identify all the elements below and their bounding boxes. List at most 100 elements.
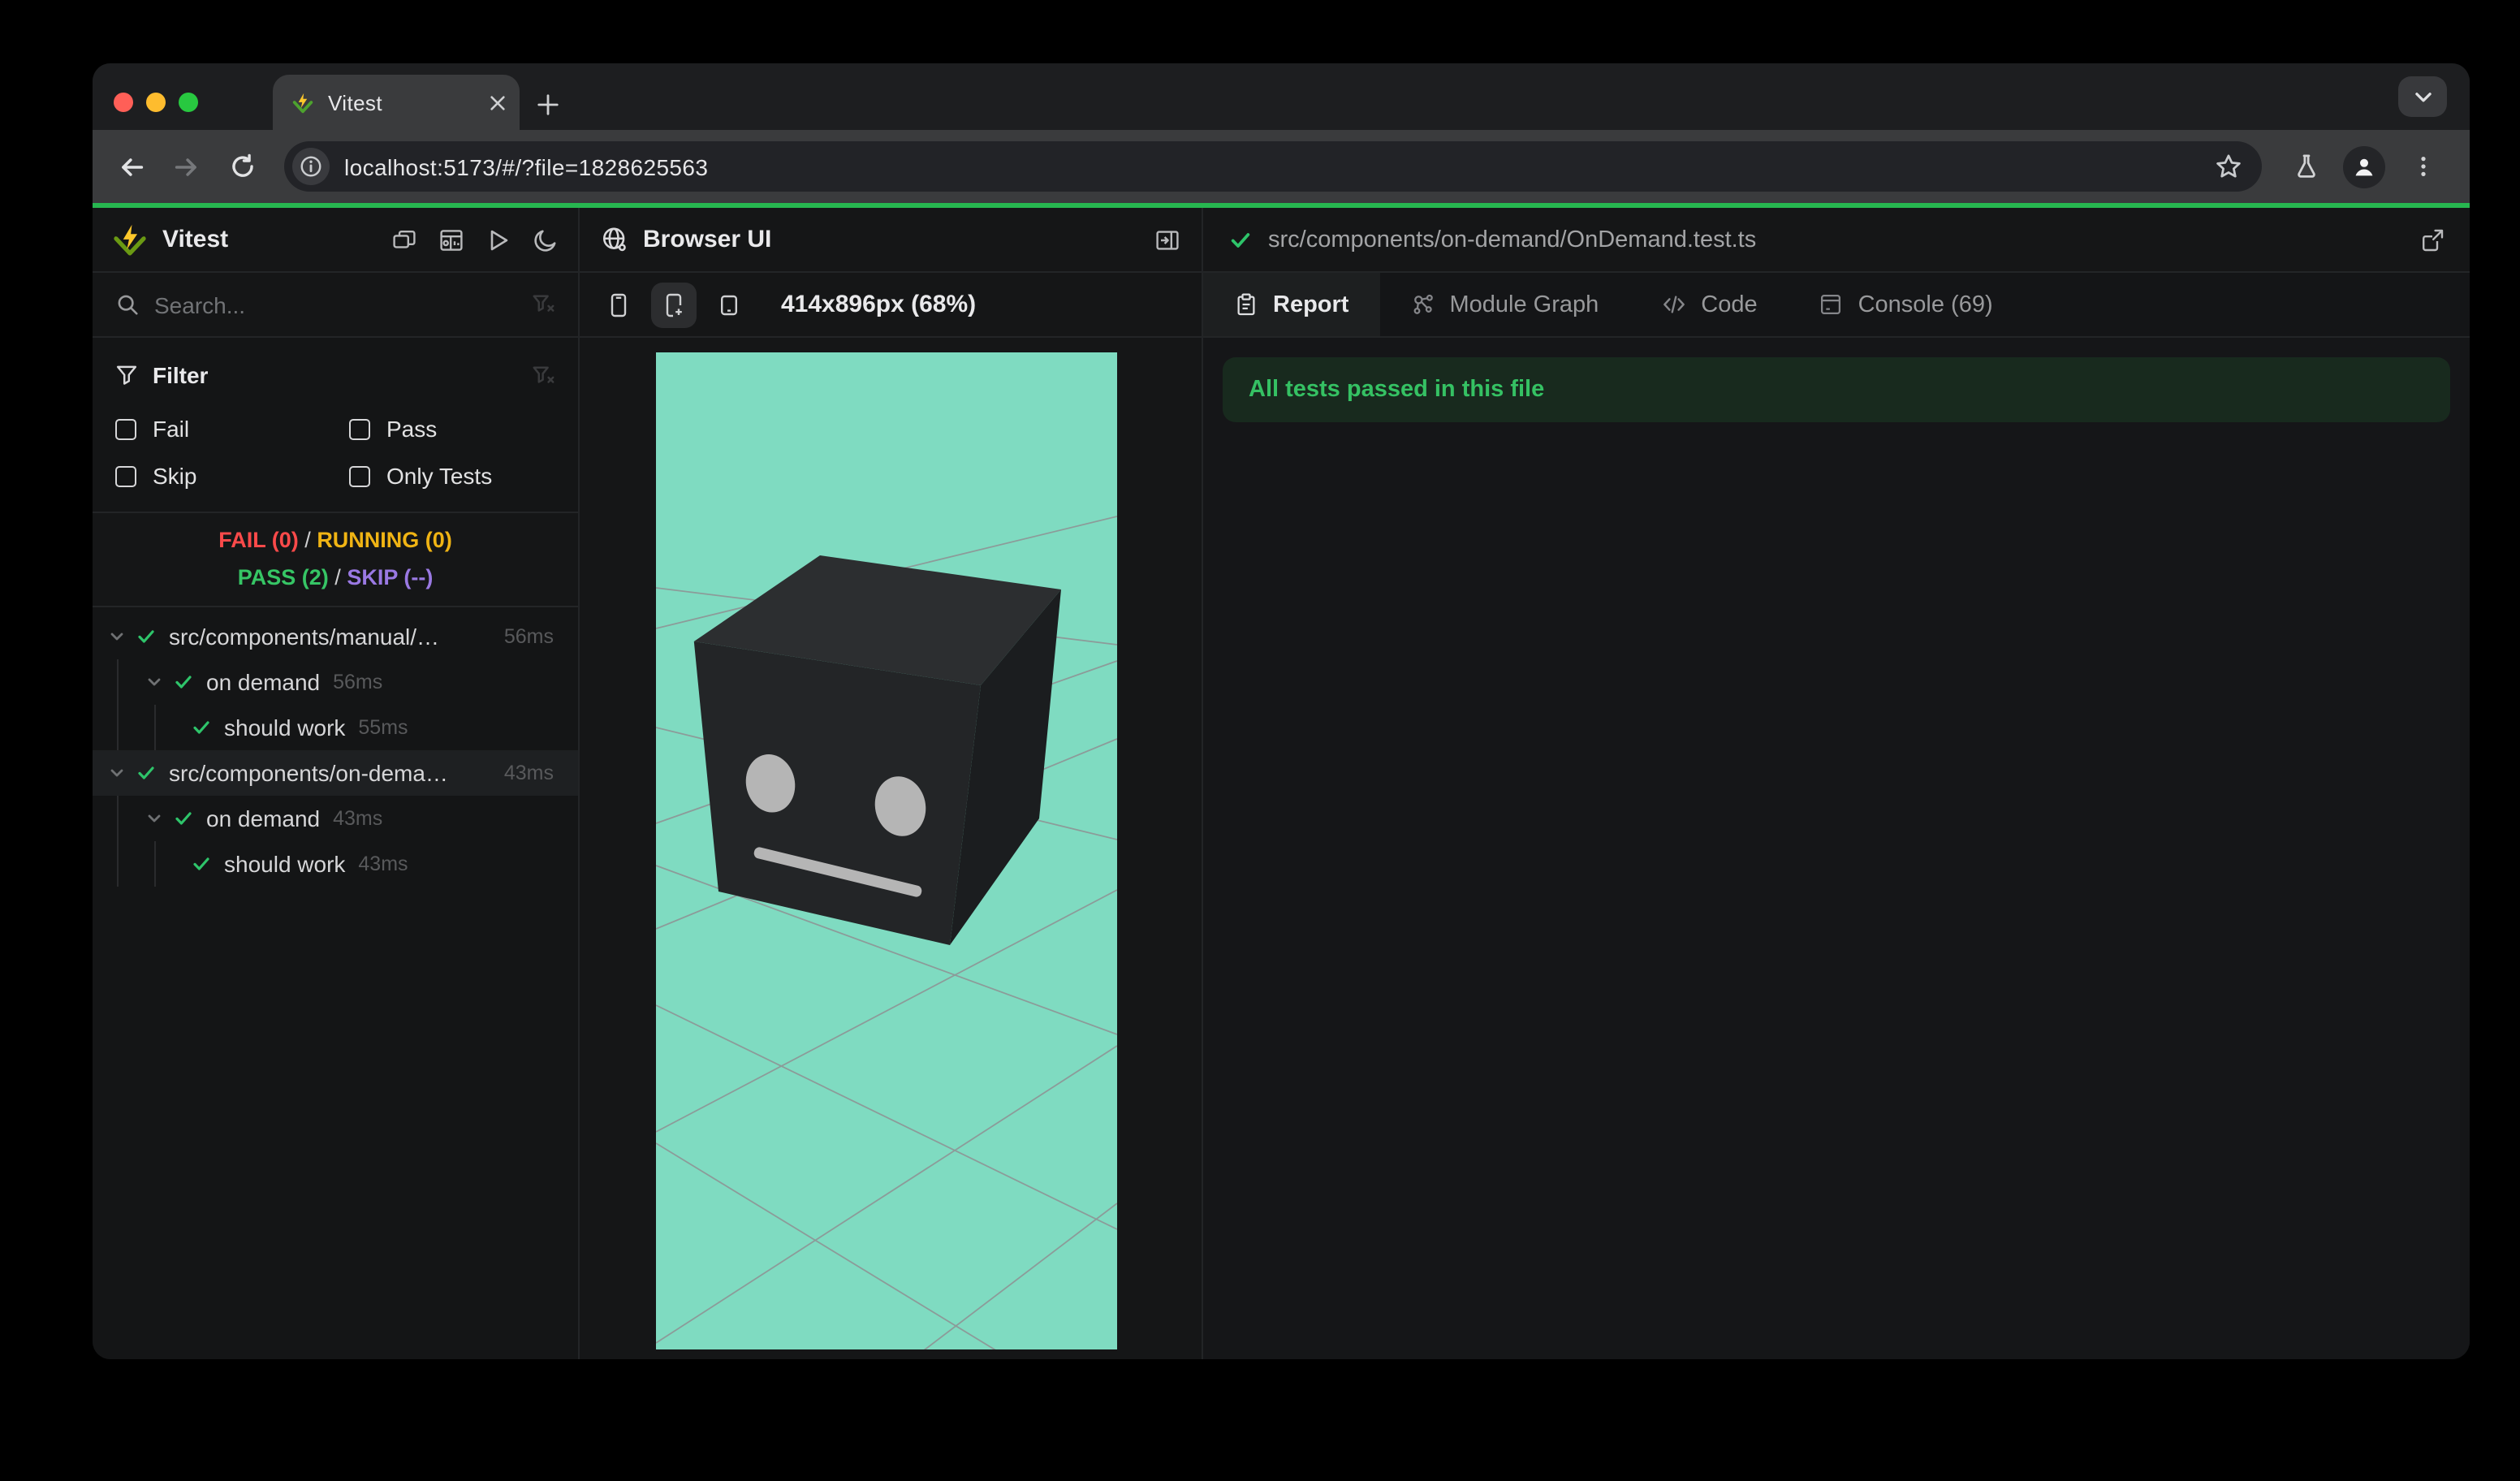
tab-code[interactable]: Code — [1629, 273, 1788, 336]
module-graph-icon — [1410, 292, 1435, 317]
profile-avatar[interactable] — [2340, 142, 2388, 191]
sidebar: Vitest Search... Filter Fail Pass Skip O… — [93, 208, 580, 1359]
test-suite-row[interactable]: on demand 43ms — [93, 796, 578, 841]
back-button[interactable] — [109, 144, 154, 189]
duration-badge: 43ms — [358, 853, 408, 875]
vitest-logo-icon — [112, 222, 148, 257]
viewport-size-label: 414x896px (68%) — [781, 291, 977, 318]
test-file-path: src/components/on-demand/OnDemand.test.t… — [1268, 227, 1757, 253]
pass-check-icon — [174, 809, 193, 828]
clear-search-filter-icon[interactable] — [531, 292, 555, 317]
tab-strip: Vitest — [93, 63, 2470, 130]
experiments-flask-icon[interactable] — [2281, 142, 2330, 191]
pass-check-icon — [136, 627, 156, 646]
running-count: RUNNING (0) — [317, 528, 452, 552]
pass-check-icon — [174, 672, 193, 692]
test-case-row[interactable]: should work 55ms — [93, 705, 578, 750]
collapse-windows-icon[interactable] — [391, 227, 417, 253]
tab-search-button[interactable] — [2398, 76, 2447, 117]
pass-check-icon — [192, 718, 211, 737]
filter-option-skip[interactable]: Skip — [115, 463, 349, 489]
report-content: All tests passed in this file — [1203, 338, 2470, 1359]
preview-title: Browser UI — [643, 226, 772, 253]
screenshot-canvas: Vitest localhost:5173/#/?file=1828625563 — [0, 0, 2520, 1481]
chevron-down-icon[interactable] — [109, 628, 125, 645]
fail-count: FAIL (0) — [218, 528, 299, 552]
run-all-icon[interactable] — [485, 227, 511, 253]
duration-badge: 56ms — [333, 671, 383, 693]
fail-checkbox[interactable] — [115, 418, 136, 439]
test-file-row-selected[interactable]: src/components/on-dema… 43ms — [93, 750, 578, 796]
dark-mode-moon-icon[interactable] — [533, 227, 559, 253]
zoom-window-button[interactable] — [179, 93, 198, 112]
forward-button[interactable] — [164, 144, 209, 189]
browser-tab[interactable]: Vitest — [273, 75, 520, 130]
pass-checkbox[interactable] — [349, 418, 370, 439]
filter-panel: Filter Fail Pass Skip Only Tests — [93, 338, 578, 513]
dashboard-icon[interactable] — [438, 227, 464, 253]
all-tests-passed-banner: All tests passed in this file — [1223, 357, 2450, 422]
reload-button[interactable] — [219, 144, 265, 189]
filter-funnel-icon — [115, 364, 138, 386]
browser-window: Vitest localhost:5173/#/?file=1828625563 — [93, 63, 2470, 1359]
summary-line-1: FAIL (0) / RUNNING (0) — [218, 528, 452, 552]
chevron-down-icon[interactable] — [146, 674, 162, 690]
browser-toolbar: localhost:5173/#/?file=1828625563 — [93, 130, 2470, 203]
new-tab-button[interactable] — [536, 93, 560, 117]
device-tablet-icon[interactable] — [706, 282, 752, 327]
duration-badge: 43ms — [333, 807, 383, 830]
address-bar[interactable]: localhost:5173/#/?file=1828625563 — [284, 141, 2262, 192]
duration-badge: 43ms — [503, 762, 554, 784]
test-tree: src/components/manual/… 56ms on demand 5… — [93, 607, 578, 887]
test-case-row[interactable]: should work 43ms — [93, 841, 578, 887]
tab-module-graph[interactable]: Module Graph — [1379, 273, 1629, 336]
traffic-lights — [114, 93, 198, 112]
summary-line-2: PASS (2) / SKIP (--) — [237, 565, 434, 589]
device-phone-icon[interactable] — [596, 282, 641, 327]
bookmark-star-icon[interactable] — [2215, 153, 2242, 180]
globe-icon — [601, 226, 628, 253]
site-info-icon[interactable] — [292, 148, 330, 185]
pass-count: PASS (2) — [237, 565, 329, 589]
device-phone-add-icon[interactable] — [651, 282, 697, 327]
console-icon — [1819, 292, 1844, 317]
duration-badge: 55ms — [358, 716, 408, 739]
search-input[interactable]: Search... — [154, 291, 516, 317]
filter-option-pass[interactable]: Pass — [349, 416, 578, 442]
duration-badge: 56ms — [503, 625, 554, 648]
browser-menu-icon[interactable] — [2398, 142, 2447, 191]
preview-scene[interactable] — [656, 352, 1117, 1349]
test-suite-row[interactable]: on demand 56ms — [93, 659, 578, 705]
tab-close-icon[interactable] — [489, 93, 507, 111]
dock-panel-icon[interactable] — [1154, 227, 1180, 253]
report-tabs: Report Module Graph Code Console (69) — [1203, 273, 2470, 338]
skip-checkbox[interactable] — [115, 465, 136, 486]
test-summary: FAIL (0) / RUNNING (0) PASS (2) / SKIP (… — [93, 513, 578, 607]
search-icon — [115, 292, 140, 317]
close-window-button[interactable] — [114, 93, 133, 112]
skip-count: SKIP (--) — [347, 565, 434, 589]
tab-console[interactable]: Console (69) — [1789, 273, 2024, 336]
only-tests-checkbox[interactable] — [349, 465, 370, 486]
minimize-window-button[interactable] — [146, 93, 166, 112]
pass-check-icon — [136, 763, 156, 783]
vitest-favicon-icon — [291, 90, 315, 114]
url-text: localhost:5173/#/?file=1828625563 — [344, 153, 709, 179]
filter-title: Filter — [153, 362, 209, 388]
pass-check-icon — [192, 854, 211, 874]
open-external-icon[interactable] — [2419, 227, 2445, 253]
preview-area — [580, 338, 1202, 1359]
filter-option-fail[interactable]: Fail — [115, 416, 349, 442]
code-icon — [1660, 292, 1686, 317]
tab-title: Vitest — [328, 90, 382, 114]
clear-status-filter-icon[interactable] — [531, 363, 555, 387]
tab-report[interactable]: Report — [1203, 273, 1380, 336]
filter-option-only-tests[interactable]: Only Tests — [349, 463, 578, 489]
chevron-down-icon[interactable] — [109, 765, 125, 781]
report-panel: src/components/on-demand/OnDemand.test.t… — [1203, 208, 2470, 1359]
browser-preview-panel: Browser UI 414x896px (68%) — [580, 208, 1203, 1359]
test-file-row[interactable]: src/components/manual/… 56ms — [93, 614, 578, 659]
file-pass-check-icon — [1229, 228, 1252, 251]
app-title: Vitest — [162, 226, 229, 253]
chevron-down-icon[interactable] — [146, 810, 162, 827]
